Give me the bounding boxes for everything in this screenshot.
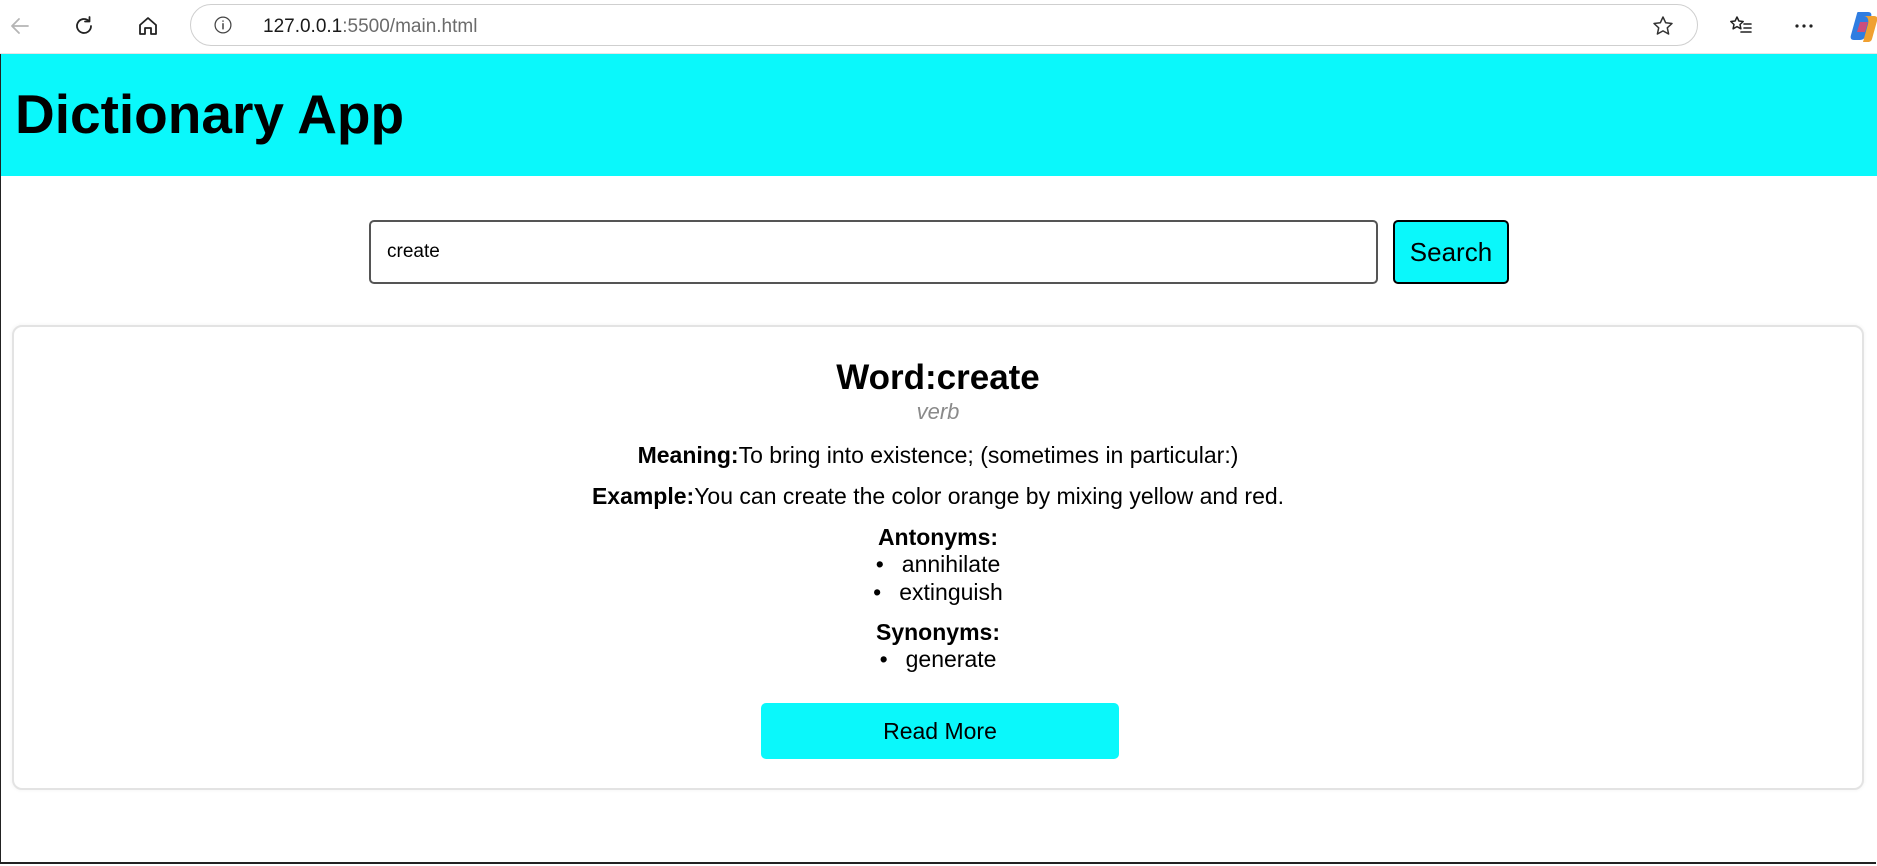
result-card: Word:create verb Meaning:To bring into e… — [12, 325, 1864, 790]
favorites-list-icon[interactable] — [1723, 8, 1759, 44]
bullet-icon: • — [873, 579, 882, 605]
antonym-text: annihilate — [901, 551, 1001, 577]
antonyms-title: Antonyms: — [877, 524, 999, 550]
meaning-label: Meaning: — [637, 442, 739, 468]
list-item: • generate — [14, 645, 1862, 673]
app-header: Dictionary App — [1, 54, 1877, 176]
meaning-text: To bring into existence; (sometimes in p… — [738, 442, 1239, 468]
synonym-text: generate — [905, 646, 997, 672]
antonym-list: • annihilate • extinguish — [14, 550, 1862, 606]
copilot-icon[interactable] — [1850, 10, 1877, 42]
back-arrow-icon[interactable] — [2, 8, 38, 44]
bullet-icon: • — [875, 551, 884, 577]
address-bar[interactable]: 127.0.0.1:5500/main.html — [190, 4, 1698, 46]
meaning-line: Meaning:To bring into existence; (someti… — [14, 441, 1862, 469]
example-label: Example: — [591, 483, 695, 509]
example-text: You can create the color orange by mixin… — [694, 483, 1285, 509]
info-icon[interactable] — [213, 15, 233, 35]
url-host: 127.0.0.1 — [263, 16, 343, 37]
home-icon[interactable] — [130, 8, 166, 44]
part-of-speech: verb — [916, 399, 960, 424]
read-more-button[interactable]: Read More — [761, 703, 1119, 759]
more-icon[interactable] — [1786, 8, 1822, 44]
browser-toolbar: 127.0.0.1:5500/main.html — [0, 0, 1877, 54]
search-input[interactable] — [369, 220, 1378, 284]
list-item: • extinguish — [14, 578, 1862, 606]
search-button[interactable]: Search — [1393, 220, 1509, 284]
url-text[interactable]: 127.0.0.1:5500/main.html — [263, 16, 477, 38]
example-line: Example:You can create the color orange … — [14, 482, 1862, 510]
antonym-text: extinguish — [899, 579, 1003, 605]
reload-icon[interactable] — [66, 8, 102, 44]
bullet-icon: • — [879, 646, 888, 672]
word-heading: Word:create — [836, 358, 1040, 397]
list-item: • annihilate — [14, 550, 1862, 578]
url-path: :5500/main.html — [342, 16, 478, 37]
synonyms-title: Synonyms: — [876, 619, 1000, 645]
synonym-list: • generate — [14, 645, 1862, 673]
star-icon[interactable] — [1651, 14, 1675, 38]
page-title: Dictionary App — [15, 83, 405, 145]
